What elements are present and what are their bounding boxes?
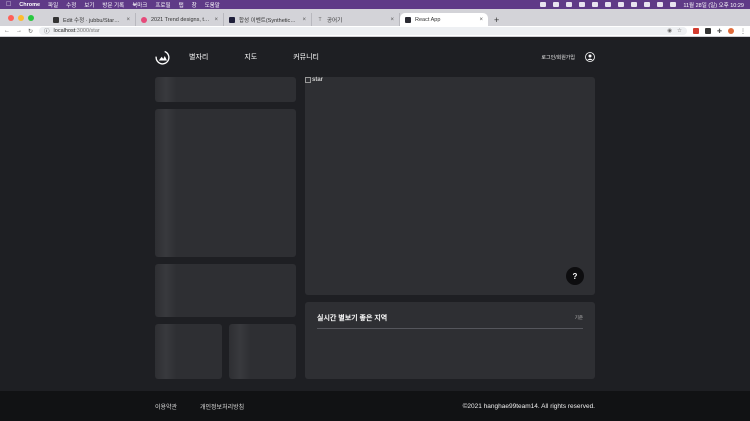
url-host: localhost [53,28,76,34]
browser-tab[interactable]: T 공어기 × [312,13,400,26]
apple-icon[interactable]:  [6,1,11,8]
tab-title: React App [415,16,441,23]
broken-image-icon [305,77,311,83]
react-docs-icon [229,16,235,23]
status-icon[interactable] [579,2,586,7]
close-tab-icon[interactable]: × [126,17,130,23]
close-tab-icon[interactable]: × [390,17,394,23]
location-icon[interactable]: ◉ [667,28,672,34]
star-image-panel: star ? [305,77,595,295]
more-menu-icon[interactable]: ⋮ [740,28,746,35]
menubar-clock[interactable]: 11월 28일 (일) 오후 10:29 [683,1,744,9]
new-tab-icon[interactable]: + [494,13,499,26]
maximize-window-icon[interactable] [28,14,34,21]
user-profile-icon[interactable] [585,52,595,62]
site-footer: 이용약관 개인정보처리방침 ©2021 hanghae99team14. All… [0,391,750,421]
battery-icon[interactable] [618,2,625,7]
reload-icon[interactable]: ↻ [28,28,33,35]
image-alt-text: star [312,77,324,83]
recommend-region-panel: 실시간 별보기 좋은 지역 기준 [305,302,595,379]
nav-community[interactable]: 커뮤니티 [293,52,319,62]
info-icon[interactable]: ⓘ [44,27,50,35]
text-icon: T [318,16,322,23]
url-path: :3000/star [75,28,100,34]
main-nav: 별자리 지도 커뮤니티 [189,52,355,62]
bookmark-star-icon[interactable]: ☆ [677,28,682,34]
tab-strip: Edit 수정 · jubbu/StarProject · Gi × 2021 … [0,9,750,26]
menu-item-history[interactable]: 방문 기록 [102,1,124,9]
wifi-icon[interactable] [631,2,638,7]
menu-item-tab[interactable]: 탭 [179,1,184,9]
menu-item-window[interactable]: 창 [192,1,197,9]
terms-link[interactable]: 이용약관 [155,402,177,411]
status-icon[interactable] [592,2,599,7]
github-icon [53,16,59,23]
browser-tab[interactable]: Edit 수정 · jubbu/StarProject · Gi × [48,13,136,26]
forward-icon[interactable]: → [16,28,22,34]
skeleton-card [155,324,222,379]
browser-toolbar: ← → ↻ ⓘ localhost:3000/star ◉ ☆ ✚ ⋮ [0,26,750,37]
skeleton-card [229,324,296,379]
dribbble-icon [141,16,147,23]
login-signup-link[interactable]: 로그인/회원가입 [541,54,575,61]
tab-title: Edit 수정 · jubbu/StarProject · Gi [63,17,123,24]
divider [317,328,583,329]
privacy-link[interactable]: 개인정보처리방침 [200,402,244,411]
menu-item-edit[interactable]: 수정 [66,1,76,9]
logo-icon[interactable] [155,49,170,65]
status-icon[interactable] [605,2,612,7]
star-image: star [305,77,323,83]
avatar[interactable] [728,28,734,34]
extension-icon[interactable] [704,28,711,34]
react-app-icon [405,16,411,23]
flag-icon[interactable] [566,2,573,7]
mac-menubar:  Chrome 파일 수정 보기 방문 기록 북마크 프로필 탭 창 도움말 … [0,0,750,9]
close-tab-icon[interactable]: × [302,17,306,23]
app-page: 별자리 지도 커뮤니티 로그인/회원가입 star ? 실시간 별보기 좋은 지… [0,37,750,421]
skeleton-card [155,77,296,102]
nav-constellation[interactable]: 별자리 [189,52,208,62]
status-icon[interactable] [553,2,560,7]
skeleton-card [155,109,296,257]
recommend-title: 실시간 별보기 좋은 지역 [317,315,388,322]
criteria-button[interactable]: 기준 [575,315,583,321]
close-tab-icon[interactable]: × [479,17,483,23]
tab-title: 2021 Trend designs, themes, templ [151,16,211,23]
menu-item-file[interactable]: 파일 [48,1,58,9]
nav-map[interactable]: 지도 [244,52,257,62]
window-controls [8,9,34,26]
help-button[interactable]: ? [566,267,584,285]
menu-item-help[interactable]: 도움말 [205,1,220,9]
browser-tab-active[interactable]: React App × [400,13,488,26]
menu-item-bookmarks[interactable]: 북마크 [132,1,147,9]
control-center-icon[interactable] [657,2,664,7]
minimize-window-icon[interactable] [18,14,24,21]
browser-tab[interactable]: 합성 이벤트(SyntheticEvent) – R × [224,13,312,26]
copyright-text: ©2021 hanghae99team14. All rights reserv… [462,402,595,410]
skeleton-card [155,264,296,317]
browser-tab[interactable]: 2021 Trend designs, themes, templ × [136,13,224,26]
extension-icon[interactable] [692,28,699,34]
tab-title: 공어기 [327,17,343,24]
menu-item-profile[interactable]: 프로필 [155,1,170,9]
menu-item-view[interactable]: 보기 [84,1,94,9]
back-icon[interactable]: ← [4,28,10,34]
status-icon[interactable] [540,2,547,7]
tab-title: 합성 이벤트(SyntheticEvent) – R [239,17,298,24]
close-tab-icon[interactable]: × [214,17,218,23]
menu-app-name[interactable]: Chrome [19,2,40,8]
site-header: 별자리 지도 커뮤니티 로그인/회원가입 [155,49,595,65]
siri-icon[interactable] [670,2,677,7]
close-window-icon[interactable] [8,14,14,21]
search-icon[interactable] [644,2,651,7]
address-bar[interactable]: ⓘ localhost:3000/star ◉ ☆ [39,27,687,35]
puzzle-icon[interactable]: ✚ [717,28,722,35]
